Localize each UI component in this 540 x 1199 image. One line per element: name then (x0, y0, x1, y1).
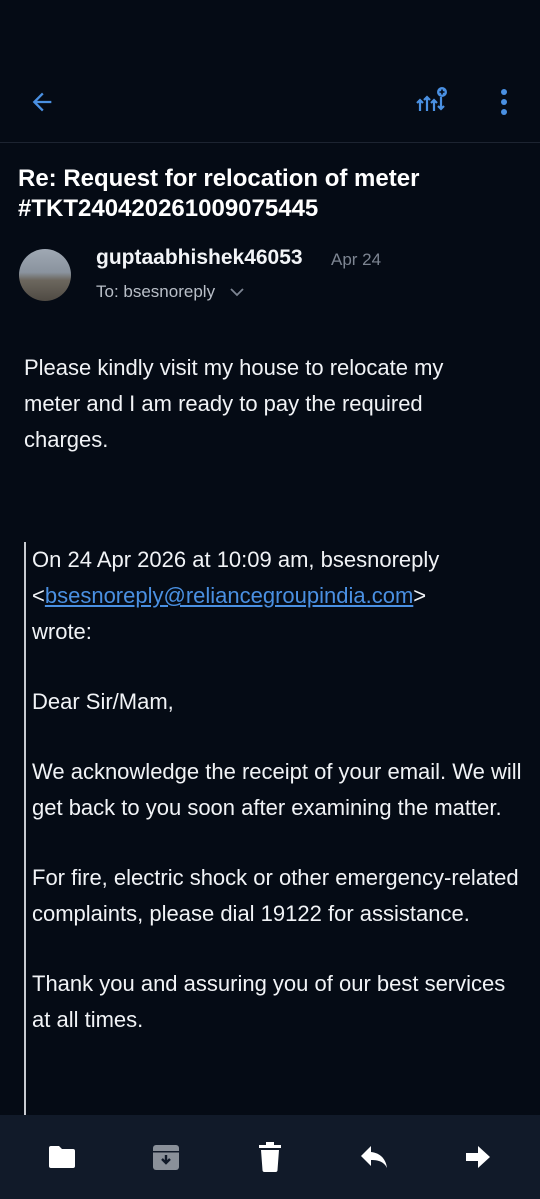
move-button[interactable] (44, 1139, 80, 1175)
delete-button[interactable] (252, 1139, 288, 1175)
quoted-message: On 24 Apr 2026 at 10:09 am, bsesnoreply <… (24, 542, 524, 1115)
chevron-down-icon[interactable] (229, 287, 245, 297)
more-options-button[interactable] (486, 82, 522, 122)
quote-header-prefix: On 24 Apr 2026 at 10:09 am, bsesnoreply (32, 547, 440, 572)
recipient-label: To: bsesnoreply (96, 282, 216, 301)
email-date: Apr 24 (331, 250, 382, 269)
sender-email-link[interactable]: bsesnoreply@reliancegroupindia.com (45, 583, 413, 608)
quote-header: On 24 Apr 2026 at 10:09 am, bsesnoreply <… (32, 547, 440, 644)
email-subject: Re: Request for relocation of meter #TKT… (18, 165, 420, 222)
bottom-action-bar (0, 1115, 540, 1199)
back-arrow-icon (32, 92, 52, 112)
more-vert-icon (501, 89, 507, 115)
quote-greeting: Dear Sir/Mam, (32, 689, 174, 714)
sender-avatar[interactable] (19, 249, 71, 301)
trash-icon (259, 1142, 281, 1172)
quote-paragraph-2: For fire, electric shock or other emerge… (32, 865, 519, 926)
recipient-line[interactable]: To: bsesnoreply (96, 282, 245, 302)
forward-icon (466, 1146, 490, 1168)
sender-name[interactable]: guptaabhishek46053 (96, 246, 303, 270)
back-button[interactable] (22, 82, 62, 122)
track-package-icon (416, 87, 447, 111)
top-app-bar (0, 60, 540, 144)
header-divider (0, 142, 540, 143)
quote-wrote: wrote: (32, 619, 92, 644)
quote-paragraph-3: Thank you and assuring you of our best s… (32, 971, 506, 1032)
forward-button[interactable] (460, 1139, 496, 1175)
quote-paragraph-1: We acknowledge the receipt of your email… (32, 759, 522, 820)
smart-action-button[interactable] (410, 80, 454, 124)
archive-icon (153, 1145, 179, 1170)
folder-icon (49, 1146, 75, 1168)
reply-button[interactable] (356, 1139, 392, 1175)
reply-icon (361, 1146, 387, 1168)
email-body: Please kindly visit my house to relocate… (24, 355, 444, 452)
archive-button[interactable] (148, 1139, 184, 1175)
